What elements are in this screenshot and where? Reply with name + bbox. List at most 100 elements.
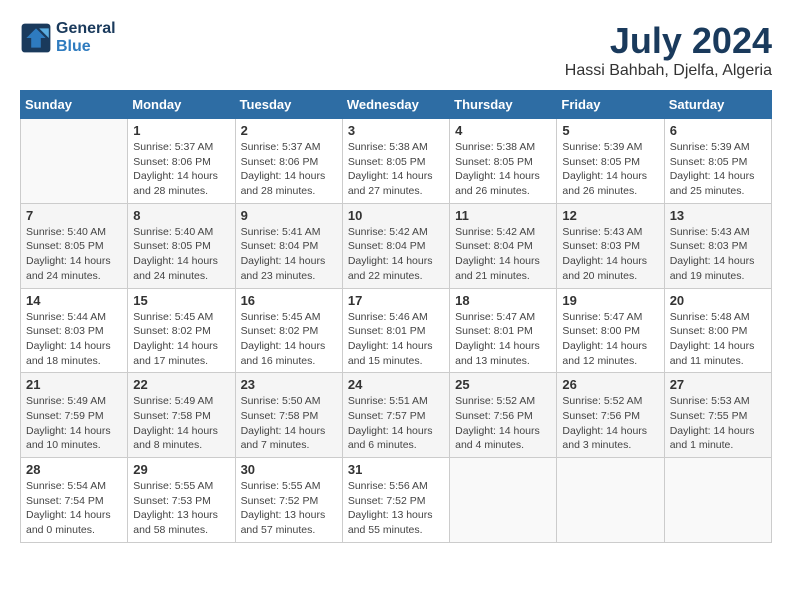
day-info: Sunrise: 5:47 AMSunset: 8:01 PMDaylight:… — [455, 310, 551, 369]
day-info: Sunrise: 5:37 AMSunset: 8:06 PMDaylight:… — [133, 140, 229, 199]
calendar-week-row: 14 Sunrise: 5:44 AMSunset: 8:03 PMDayligh… — [21, 288, 772, 373]
weekday-header: Saturday — [664, 91, 771, 119]
calendar-cell: 19 Sunrise: 5:47 AMSunset: 8:00 PMDayligh… — [557, 288, 664, 373]
calendar-week-row: 21Sunrise: 5:49 AMSunset: 7:59 PMDayligh… — [21, 373, 772, 458]
calendar-week-row: 1Sunrise: 5:37 AMSunset: 8:06 PMDaylight… — [21, 119, 772, 204]
calendar-cell: 7 Sunrise: 5:40 AMSunset: 8:05 PMDaylight… — [21, 203, 128, 288]
calendar-cell: 30Sunrise: 5:55 AMSunset: 7:52 PMDayligh… — [235, 458, 342, 543]
day-info: Sunrise: 5:53 AMSunset: 7:55 PMDaylight:… — [670, 394, 766, 453]
calendar-cell: 4 Sunrise: 5:38 AMSunset: 8:05 PMDaylight… — [450, 119, 557, 204]
calendar-cell: 31 Sunrise: 5:56 AMSunset: 7:52 PMDayligh… — [342, 458, 449, 543]
day-info: Sunrise: 5:48 AMSunset: 8:00 PMDaylight:… — [670, 310, 766, 369]
day-info: Sunrise: 5:42 AMSunset: 8:04 PMDaylight:… — [455, 225, 551, 284]
day-number: 6 — [670, 123, 766, 138]
day-number: 22 — [133, 377, 229, 392]
weekday-header: Monday — [128, 91, 235, 119]
day-info: Sunrise: 5:55 AMSunset: 7:52 PMDaylight:… — [241, 479, 337, 538]
day-info: Sunrise: 5:49 AMSunset: 7:58 PMDaylight:… — [133, 394, 229, 453]
day-number: 5 — [562, 123, 658, 138]
day-info: Sunrise: 5:39 AMSunset: 8:05 PMDaylight:… — [562, 140, 658, 199]
weekday-header: Tuesday — [235, 91, 342, 119]
day-number: 31 — [348, 462, 444, 477]
day-info: Sunrise: 5:40 AMSunset: 8:05 PMDaylight:… — [26, 225, 122, 284]
day-number: 13 — [670, 208, 766, 223]
day-number: 8 — [133, 208, 229, 223]
day-info: Sunrise: 5:43 AMSunset: 8:03 PMDaylight:… — [562, 225, 658, 284]
calendar-cell: 9Sunrise: 5:41 AMSunset: 8:04 PMDaylight… — [235, 203, 342, 288]
calendar-cell: 21Sunrise: 5:49 AMSunset: 7:59 PMDayligh… — [21, 373, 128, 458]
page-header: General Blue July 2024 Hassi Bahbah, Dje… — [20, 20, 772, 80]
day-info: Sunrise: 5:51 AMSunset: 7:57 PMDaylight:… — [348, 394, 444, 453]
day-info: Sunrise: 5:38 AMSunset: 8:05 PMDaylight:… — [348, 140, 444, 199]
logo-text: General Blue — [56, 20, 116, 56]
day-info: Sunrise: 5:55 AMSunset: 7:53 PMDaylight:… — [133, 479, 229, 538]
day-info: Sunrise: 5:56 AMSunset: 7:52 PMDaylight:… — [348, 479, 444, 538]
day-info: Sunrise: 5:45 AMSunset: 8:02 PMDaylight:… — [241, 310, 337, 369]
calendar-cell: 20 Sunrise: 5:48 AMSunset: 8:00 PMDayligh… — [664, 288, 771, 373]
day-number: 3 — [348, 123, 444, 138]
calendar-cell — [664, 458, 771, 543]
day-number: 16 — [241, 293, 337, 308]
calendar-cell: 16 Sunrise: 5:45 AMSunset: 8:02 PMDayligh… — [235, 288, 342, 373]
calendar-cell: 5 Sunrise: 5:39 AMSunset: 8:05 PMDaylight… — [557, 119, 664, 204]
calendar-cell: 22 Sunrise: 5:49 AMSunset: 7:58 PMDayligh… — [128, 373, 235, 458]
weekday-header: Wednesday — [342, 91, 449, 119]
weekday-header: Sunday — [21, 91, 128, 119]
calendar-cell: 2 Sunrise: 5:37 AMSunset: 8:06 PMDaylight… — [235, 119, 342, 204]
title-section: July 2024 Hassi Bahbah, Djelfa, Algeria — [565, 20, 772, 80]
day-number: 4 — [455, 123, 551, 138]
calendar-cell: 3 Sunrise: 5:38 AMSunset: 8:05 PMDaylight… — [342, 119, 449, 204]
calendar-cell: 17 Sunrise: 5:46 AMSunset: 8:01 PMDayligh… — [342, 288, 449, 373]
day-info: Sunrise: 5:45 AMSunset: 8:02 PMDaylight:… — [133, 310, 229, 369]
day-number: 19 — [562, 293, 658, 308]
weekday-header: Thursday — [450, 91, 557, 119]
calendar-cell: 28 Sunrise: 5:54 AMSunset: 7:54 PMDayligh… — [21, 458, 128, 543]
calendar-cell: 26Sunrise: 5:52 AMSunset: 7:56 PMDayligh… — [557, 373, 664, 458]
day-number: 12 — [562, 208, 658, 223]
calendar-cell: 23 Sunrise: 5:50 AMSunset: 7:58 PMDayligh… — [235, 373, 342, 458]
calendar-week-row: 28 Sunrise: 5:54 AMSunset: 7:54 PMDayligh… — [21, 458, 772, 543]
day-number: 23 — [241, 377, 337, 392]
day-info: Sunrise: 5:50 AMSunset: 7:58 PMDaylight:… — [241, 394, 337, 453]
day-number: 2 — [241, 123, 337, 138]
logo: General Blue — [20, 20, 116, 56]
weekday-header: Friday — [557, 91, 664, 119]
day-number: 15 — [133, 293, 229, 308]
calendar-cell: 13 Sunrise: 5:43 AMSunset: 8:03 PMDayligh… — [664, 203, 771, 288]
day-info: Sunrise: 5:52 AMSunset: 7:56 PMDaylight:… — [455, 394, 551, 453]
calendar-cell: 27 Sunrise: 5:53 AMSunset: 7:55 PMDayligh… — [664, 373, 771, 458]
day-info: Sunrise: 5:43 AMSunset: 8:03 PMDaylight:… — [670, 225, 766, 284]
day-number: 27 — [670, 377, 766, 392]
day-info: Sunrise: 5:47 AMSunset: 8:00 PMDaylight:… — [562, 310, 658, 369]
day-info: Sunrise: 5:54 AMSunset: 7:54 PMDaylight:… — [26, 479, 122, 538]
day-number: 7 — [26, 208, 122, 223]
location-title: Hassi Bahbah, Djelfa, Algeria — [565, 62, 772, 80]
day-number: 9 — [241, 208, 337, 223]
day-info: Sunrise: 5:38 AMSunset: 8:05 PMDaylight:… — [455, 140, 551, 199]
day-info: Sunrise: 5:46 AMSunset: 8:01 PMDaylight:… — [348, 310, 444, 369]
calendar-cell: 15 Sunrise: 5:45 AMSunset: 8:02 PMDayligh… — [128, 288, 235, 373]
calendar-cell: 25Sunrise: 5:52 AMSunset: 7:56 PMDayligh… — [450, 373, 557, 458]
calendar-cell: 24 Sunrise: 5:51 AMSunset: 7:57 PMDayligh… — [342, 373, 449, 458]
day-number: 17 — [348, 293, 444, 308]
month-title: July 2024 — [565, 20, 772, 62]
day-number: 28 — [26, 462, 122, 477]
day-number: 14 — [26, 293, 122, 308]
calendar-cell: 1Sunrise: 5:37 AMSunset: 8:06 PMDaylight… — [128, 119, 235, 204]
calendar-cell: 18 Sunrise: 5:47 AMSunset: 8:01 PMDayligh… — [450, 288, 557, 373]
day-number: 18 — [455, 293, 551, 308]
calendar-cell: 10Sunrise: 5:42 AMSunset: 8:04 PMDayligh… — [342, 203, 449, 288]
calendar-cell — [450, 458, 557, 543]
day-info: Sunrise: 5:49 AMSunset: 7:59 PMDaylight:… — [26, 394, 122, 453]
weekday-header-row: SundayMondayTuesdayWednesdayThursdayFrid… — [21, 91, 772, 119]
day-info: Sunrise: 5:37 AMSunset: 8:06 PMDaylight:… — [241, 140, 337, 199]
calendar-table: SundayMondayTuesdayWednesdayThursdayFrid… — [20, 90, 772, 543]
day-info: Sunrise: 5:44 AMSunset: 8:03 PMDaylight:… — [26, 310, 122, 369]
day-number: 29 — [133, 462, 229, 477]
day-number: 24 — [348, 377, 444, 392]
day-number: 20 — [670, 293, 766, 308]
logo-icon — [20, 22, 52, 54]
day-number: 11 — [455, 208, 551, 223]
calendar-cell — [21, 119, 128, 204]
day-number: 26 — [562, 377, 658, 392]
